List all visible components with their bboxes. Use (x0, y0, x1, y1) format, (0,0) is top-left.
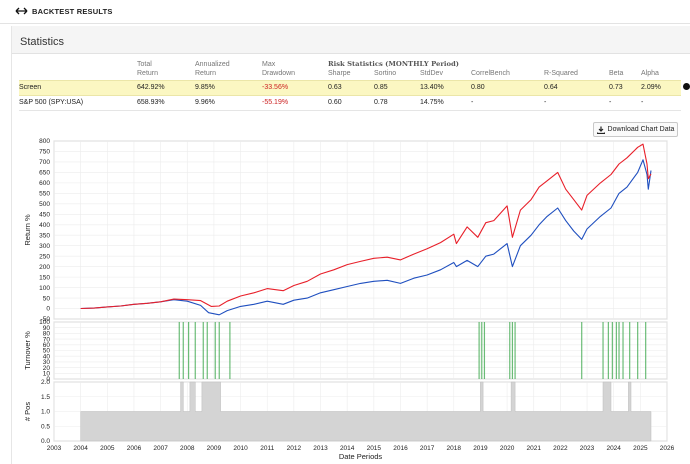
y-tick-label: 1.0 (41, 409, 50, 416)
turnover-bar (206, 322, 208, 379)
y-tick-label: 1.5 (41, 394, 50, 401)
x-tick-label: 2026 (660, 445, 675, 452)
y-tick-label: 2.0 (41, 379, 50, 386)
turnover-bar (629, 322, 631, 379)
x-tick-label: 2019 (473, 445, 488, 452)
turnover-bar (194, 322, 196, 379)
y-tick-label: 400 (39, 222, 50, 229)
x-tick-label: 2014 (340, 445, 355, 452)
backtest-charts: 8007507006506005505004504003503002502001… (23, 138, 675, 461)
y-tick-label: 50 (43, 295, 51, 302)
x-tick-label: 2009 (207, 445, 222, 452)
y-tick-label: 450 (39, 211, 50, 218)
return-chart: 8007507006506005505004504003503002502001… (23, 138, 668, 323)
turnover-bar (637, 322, 639, 379)
turnover-bar (509, 322, 511, 379)
x-tick-label: 2017 (420, 445, 435, 452)
turnover-bar (611, 322, 613, 379)
x-tick-label: 2015 (367, 445, 382, 452)
y-axis-label-turnover: Turnover % (23, 331, 32, 370)
turnover-bar (187, 322, 190, 379)
y-tick-label: 500 (39, 201, 50, 208)
x-tick-label: 2007 (153, 445, 168, 452)
x-tick-label: 2023 (580, 445, 595, 452)
x-tick-label: 2006 (127, 445, 142, 452)
turnover-bar (622, 322, 624, 379)
y-tick-label: 550 (39, 191, 50, 198)
x-tick-label: 2021 (527, 445, 542, 452)
x-tick-label: 2013 (313, 445, 328, 452)
x-axis-label: Date Periods (339, 452, 383, 461)
x-tick-label: 2024 (606, 445, 621, 452)
x-tick-label: 2012 (287, 445, 302, 452)
y-tick-label: 150 (39, 274, 50, 281)
y-tick-label: 750 (39, 149, 50, 156)
y-axis-label-positions: # Pos (23, 402, 32, 421)
x-tick-label: 2018 (447, 445, 462, 452)
y-tick-label: 650 (39, 170, 50, 177)
turnover-bar (483, 322, 486, 379)
turnover-bar (618, 322, 620, 379)
x-tick-label: 2005 (100, 445, 115, 452)
y-tick-label: 800 (39, 138, 50, 145)
x-tick-label: 2003 (47, 445, 62, 452)
x-tick-label: 2022 (553, 445, 568, 452)
x-tick-label: 2025 (633, 445, 648, 452)
turnover-bar (514, 322, 516, 379)
turnover-bar (645, 322, 647, 379)
x-tick-label: 2004 (73, 445, 88, 452)
y-axis-label-return: Return % (23, 214, 32, 246)
y-tick-label: 700 (39, 159, 50, 166)
x-tick-label: 2011 (260, 445, 274, 452)
y-tick-label: 200 (39, 264, 50, 271)
turnover-bar (182, 322, 184, 379)
turnover-bar (178, 322, 180, 379)
turnover-bar (615, 322, 617, 379)
turnover-bar (218, 322, 220, 379)
turnover-bar (607, 322, 609, 379)
plot-frame (53, 140, 668, 320)
turnover-bar (511, 322, 514, 379)
y-tick-label: 250 (39, 253, 50, 260)
y-tick-label: 350 (39, 232, 50, 239)
turnover-bar (602, 322, 604, 379)
turnover-bar (481, 322, 483, 379)
x-tick-label: 2010 (233, 445, 248, 452)
y-tick-label: 600 (39, 180, 50, 187)
y-tick-label: 0 (46, 306, 50, 313)
turnover-bar (202, 322, 204, 379)
y-tick-label: 0.5 (41, 423, 50, 430)
turnover-bar (214, 322, 216, 379)
positions-chart: 2.01.51.00.50.0# Pos2003 2004 2005 2006 2007… (23, 379, 675, 461)
x-tick-label: 2016 (393, 445, 408, 452)
turnover-bar (581, 322, 583, 379)
y-tick-label: 300 (39, 243, 50, 250)
turnover-bar (229, 322, 231, 379)
x-tick-label: 2008 (180, 445, 195, 452)
turnover-bar (478, 322, 480, 379)
y-tick-label: 100 (39, 285, 50, 292)
x-tick-label: 2020 (500, 445, 515, 452)
turnover-chart: 1009080706050403020100Turnover % (23, 319, 668, 383)
